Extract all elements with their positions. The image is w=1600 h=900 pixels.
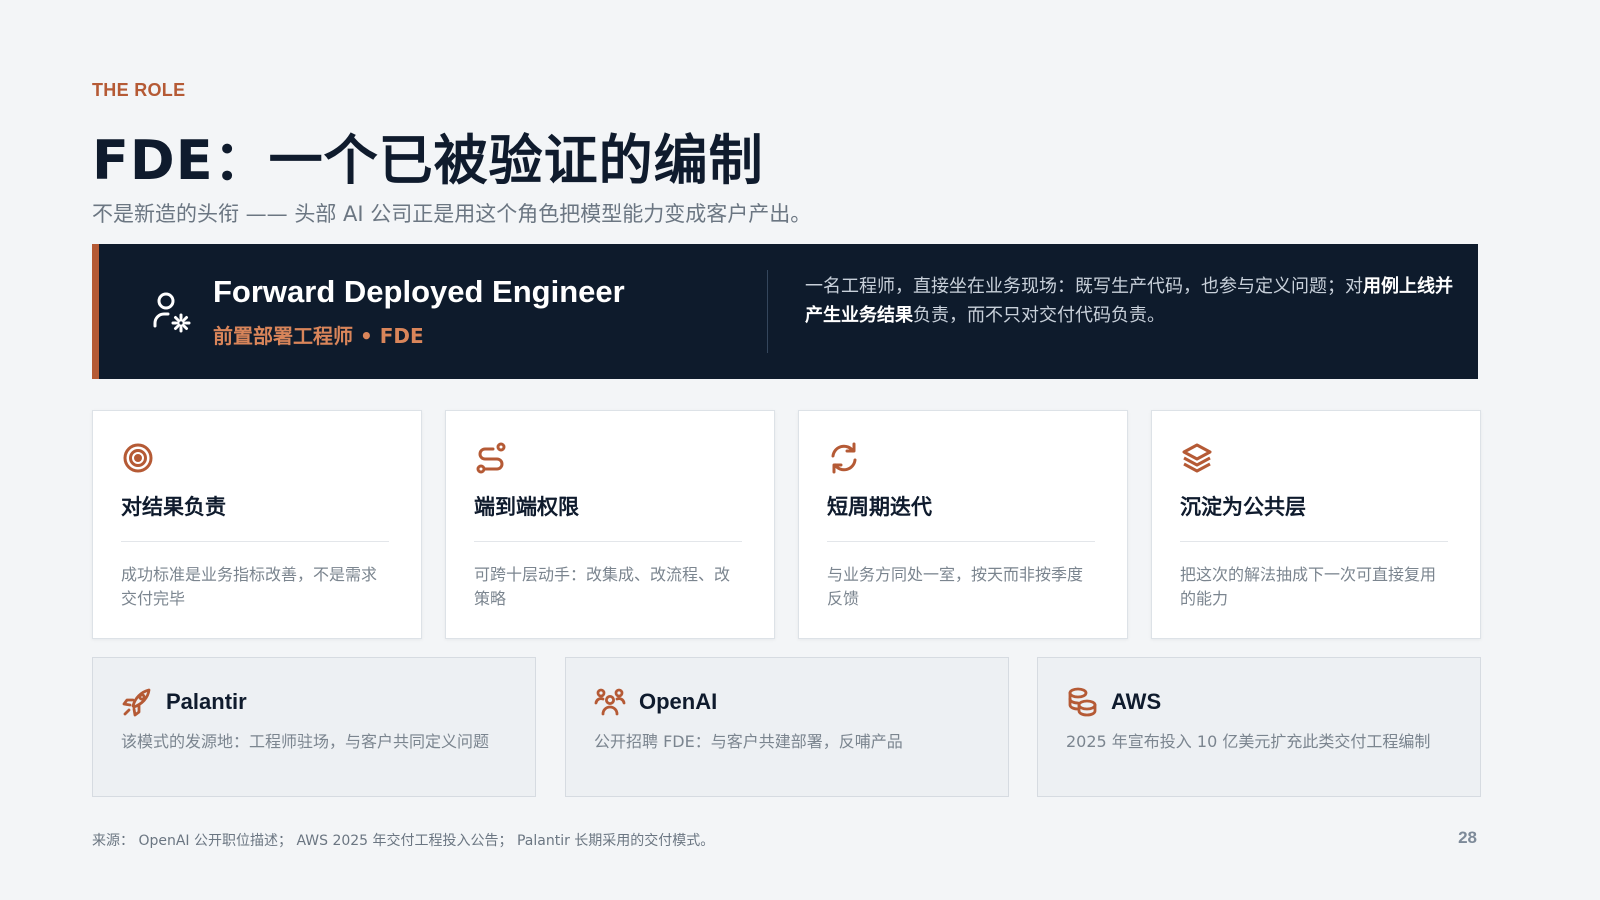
company-name: Palantir (166, 689, 247, 714)
role-description-lead: 一名工程师，直接坐在业务现场：既写生产代码，也参与定义问题；对 (805, 276, 1363, 297)
pillar-card-end-to-end: 端到端权限 可跨十层动手：改集成、改流程、改策略 (445, 410, 775, 639)
company-card-aws: AWS 2025 年宣布投入 10 亿美元扩充此类交付工程编制 (1037, 657, 1481, 797)
company-name: OpenAI (639, 689, 718, 714)
company-card-openai: OpenAI 公开招聘 FDE：与客户共建部署，反哺产品 (565, 657, 1009, 797)
pillar-divider (474, 541, 742, 542)
role-name: Forward Deployed Engineer (213, 274, 625, 309)
company-description: 该模式的发源地：工程师驻场，与客户共同定义问题 (121, 732, 490, 751)
role-banner: Forward Deployed Engineer 前置部署工程师 • FDE … (92, 244, 1478, 379)
pillar-title: 端到端权限 (474, 495, 579, 519)
rocket-icon (122, 688, 151, 717)
pillar-title: 对结果负责 (121, 495, 226, 519)
role-description: 一名工程师，直接坐在业务现场：既写生产代码，也参与定义问题；对用例上线并产生业务… (805, 272, 1455, 330)
pillar-card-iteration: 短周期迭代 与业务方同处一室，按天而非按季度反馈 (798, 410, 1128, 639)
users-icon (594, 688, 626, 716)
pillar-divider (1180, 541, 1448, 542)
route-icon (476, 442, 506, 474)
pillar-description: 与业务方同处一室，按天而非按季度反馈 (827, 565, 1084, 608)
layers-icon (1182, 443, 1212, 473)
page-number: 28 (1458, 828, 1477, 847)
refresh-icon (831, 442, 857, 474)
target-icon (123, 443, 153, 473)
company-description: 2025 年宣布投入 10 亿美元扩充此类交付工程编制 (1066, 732, 1431, 751)
pillar-card-platform: 沉淀为公共层 把这次的解法抽成下一次可直接复用的能力 (1151, 410, 1481, 639)
company-description: 公开招聘 FDE：与客户共建部署，反哺产品 (594, 732, 903, 751)
pillar-title: 沉淀为公共层 (1180, 495, 1306, 519)
page-subtitle: 不是新造的头衔 —— 头部 AI 公司正是用这个角色把模型能力变成客户产出。 (92, 202, 812, 226)
pillar-description: 把这次的解法抽成下一次可直接复用的能力 (1180, 565, 1437, 608)
role-description-tail: 负责，而不只对交付代码负责。 (913, 305, 1165, 326)
pillar-description: 成功标准是业务指标改善，不是需求交付完毕 (121, 565, 378, 608)
coins-icon (1068, 687, 1097, 717)
pillar-description: 可跨十层动手：改集成、改流程、改策略 (474, 565, 731, 608)
company-name: AWS (1111, 689, 1162, 714)
banner-divider (767, 270, 768, 353)
page-title: FDE：一个已被验证的编制 (92, 129, 764, 192)
source-note: 来源： OpenAI 公开职位描述； AWS 2025 年交付工程投入公告； P… (92, 833, 715, 849)
pillar-divider (121, 541, 389, 542)
pillar-divider (827, 541, 1095, 542)
company-card-palantir: Palantir 该模式的发源地：工程师驻场，与客户共同定义问题 (92, 657, 536, 797)
user-gear-icon (153, 292, 191, 333)
role-subtitle: 前置部署工程师 • FDE (213, 324, 424, 348)
pillar-card-outcome: 对结果负责 成功标准是业务指标改善，不是需求交付完毕 (92, 410, 422, 639)
pillar-title: 短周期迭代 (827, 495, 932, 519)
eyebrow-label: THE ROLE (92, 80, 186, 100)
